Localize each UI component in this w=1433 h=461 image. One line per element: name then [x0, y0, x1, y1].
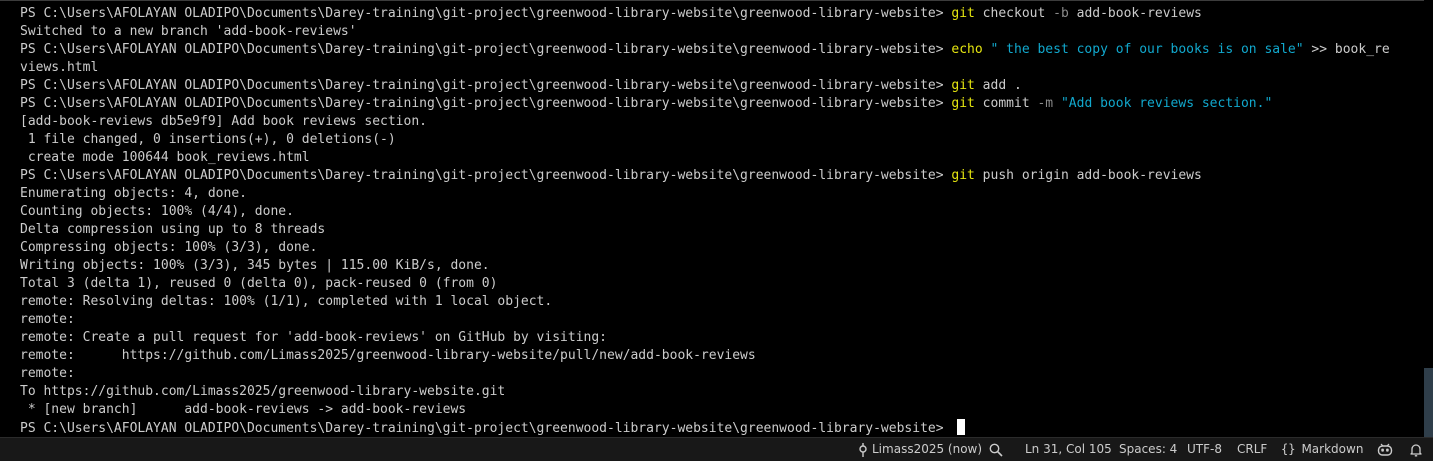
terminal-line: PS C:\Users\AFOLAYAN OLADIPO\Documents\D…: [20, 95, 1424, 113]
terminal-prompt: PS C:\Users\AFOLAYAN OLADIPO\Documents\D…: [20, 421, 952, 436]
language-label: Markdown: [1301, 442, 1364, 456]
terminal-text-segment: [add-book-reviews db5e9f9] Add book revi…: [20, 114, 427, 129]
terminal-text-segment: Enumerating objects: 4, done.: [20, 186, 247, 201]
terminal-text-segment: 1 file changed, 0 insertions(+), 0 delet…: [20, 132, 396, 147]
terminal-line: Switched to a new branch 'add-book-revie…: [20, 23, 1424, 41]
terminal-text-segment: git: [951, 168, 975, 183]
terminal-text-segment: >> book_re: [1303, 42, 1390, 57]
terminal-text-segment: remote:: [20, 312, 75, 327]
panel-top-border: [0, 0, 1433, 1]
notifications[interactable]: [1410, 438, 1422, 461]
terminal-text-segment: create mode 100644 book_reviews.html: [20, 150, 310, 165]
terminal-line: [add-book-reviews db5e9f9] Add book revi…: [20, 113, 1424, 131]
terminal-text-segment: Counting objects: 100% (4/4), done.: [20, 204, 294, 219]
terminal-line: PS C:\Users\AFOLAYAN OLADIPO\Documents\D…: [20, 167, 1424, 185]
status-zoom[interactable]: [989, 438, 1003, 461]
terminal-text-segment: -m: [1037, 96, 1054, 111]
terminal-line: To https://github.com/Limass2025/greenwo…: [20, 383, 1424, 401]
terminal-line: Total 3 (delta 1), reused 0 (delta 0), p…: [20, 275, 1424, 293]
zoom-icon: [989, 443, 1003, 457]
terminal-text-segment: remote:: [20, 366, 75, 381]
terminal-text-segment: remote: Create a pull request for 'add-b…: [20, 330, 607, 345]
terminal-text-segment: add-book-reviews: [1068, 6, 1202, 21]
status-bar: Limass2025 (now) Ln 31, Col 105 Spaces: …: [0, 437, 1433, 461]
status-language[interactable]: {} Markdown: [1281, 438, 1363, 461]
terminal-text-segment: views.html: [20, 60, 99, 75]
terminal-text-segment: Delta compression using up to 8 threads: [20, 222, 326, 237]
encoding-label: UTF-8: [1187, 442, 1222, 456]
terminal-text-segment: -b: [1053, 6, 1069, 21]
terminal-line: Enumerating objects: 4, done.: [20, 185, 1424, 203]
terminal-line: PS C:\Users\AFOLAYAN OLADIPO\Documents\D…: [20, 41, 1424, 59]
status-git-user[interactable]: Limass2025 (now): [858, 438, 982, 461]
terminal-line: remote:: [20, 311, 1424, 329]
terminal-line: remote: Resolving deltas: 100% (1/1), co…: [20, 293, 1424, 311]
terminal-text-segment: PS C:\Users\AFOLAYAN OLADIPO\Documents\D…: [20, 96, 952, 111]
terminal-prompt-line: PS C:\Users\AFOLAYAN OLADIPO\Documents\D…: [20, 419, 1424, 437]
terminal-line: PS C:\Users\AFOLAYAN OLADIPO\Documents\D…: [20, 5, 1424, 23]
terminal-line: remote: https://github.com/Limass2025/gr…: [20, 347, 1424, 365]
terminal-line: Counting objects: 100% (4/4), done.: [20, 203, 1424, 221]
terminal-text-segment: git: [951, 78, 975, 93]
terminal-line: create mode 100644 book_reviews.html: [20, 149, 1424, 167]
terminal-text-segment: git: [951, 96, 975, 111]
git-user-label: Limass2025 (now): [872, 442, 983, 456]
terminal-text-segment: Compressing objects: 100% (3/3), done.: [20, 240, 318, 255]
scrollbar-thumb[interactable]: [1424, 368, 1433, 437]
terminal-line: Compressing objects: 100% (3/3), done.: [20, 239, 1424, 257]
terminal-text-segment: PS C:\Users\AFOLAYAN OLADIPO\Documents\D…: [20, 42, 952, 57]
terminal-text-segment: PS C:\Users\AFOLAYAN OLADIPO\Documents\D…: [20, 6, 952, 21]
indentation-label: Spaces: 4: [1119, 442, 1178, 456]
terminal-line: views.html: [20, 59, 1424, 77]
bell-icon: [1410, 443, 1422, 457]
terminal-line: PS C:\Users\AFOLAYAN OLADIPO\Documents\D…: [20, 77, 1424, 95]
terminal-text-segment: To https://github.com/Limass2025/greenwo…: [20, 384, 506, 399]
terminal-text-segment: commit: [974, 96, 1038, 111]
terminal-line: 1 file changed, 0 insertions(+), 0 delet…: [20, 131, 1424, 149]
terminal-text-segment: Total 3 (delta 1), reused 0 (delta 0), p…: [20, 276, 498, 291]
status-indentation[interactable]: Spaces: 4: [1119, 438, 1177, 461]
terminal-text-segment: * [new branch] add-book-reviews -> add-b…: [20, 402, 467, 417]
terminal-text-segment: checkout: [974, 6, 1054, 21]
terminal-line: Delta compression using up to 8 threads: [20, 221, 1424, 239]
terminal-text-segment: "Add book reviews section.": [1060, 96, 1273, 111]
terminal-text-segment: add .: [974, 78, 1022, 93]
copilot-icon: [1377, 443, 1393, 457]
terminal-text-segment: echo: [951, 42, 983, 57]
terminal-scrollbar[interactable]: [1424, 0, 1433, 437]
git-commit-icon: [858, 442, 868, 457]
status-line-ending[interactable]: CRLF: [1237, 438, 1267, 461]
terminal-text-segment: Writing objects: 100% (3/3), 345 bytes |…: [20, 258, 490, 273]
terminal-text-segment: git: [951, 6, 975, 21]
status-encoding[interactable]: UTF-8: [1187, 438, 1222, 461]
terminal-text-segment: Switched to a new branch 'add-book-revie…: [20, 24, 357, 39]
terminal-text-segment: PS C:\Users\AFOLAYAN OLADIPO\Documents\D…: [20, 78, 952, 93]
terminal-text-segment: PS C:\Users\AFOLAYAN OLADIPO\Documents\D…: [20, 168, 952, 183]
braces-icon: {}: [1281, 442, 1296, 456]
terminal-line: remote: Create a pull request for 'add-b…: [20, 329, 1424, 347]
terminal-text-segment: push origin add-book-reviews: [974, 168, 1202, 183]
terminal-line: * [new branch] add-book-reviews -> add-b…: [20, 401, 1424, 419]
terminal-text-segment: " the best copy of our books is on sale": [990, 42, 1304, 57]
terminal-cursor: [957, 419, 966, 435]
terminal-text-segment: remote: https://github.com/Limass2025/gr…: [20, 348, 756, 363]
status-cursor-position[interactable]: Ln 31, Col 105: [1025, 438, 1112, 461]
cursor-position-label: Ln 31, Col 105: [1025, 442, 1112, 456]
terminal-output[interactable]: PS C:\Users\AFOLAYAN OLADIPO\Documents\D…: [0, 5, 1424, 437]
terminal-line: Writing objects: 100% (3/3), 345 bytes |…: [20, 257, 1424, 275]
copilot-status[interactable]: [1377, 438, 1393, 461]
line-ending-label: CRLF: [1237, 442, 1268, 456]
terminal-line: remote:: [20, 365, 1424, 383]
terminal-text-segment: remote: Resolving deltas: 100% (1/1), co…: [20, 294, 553, 309]
